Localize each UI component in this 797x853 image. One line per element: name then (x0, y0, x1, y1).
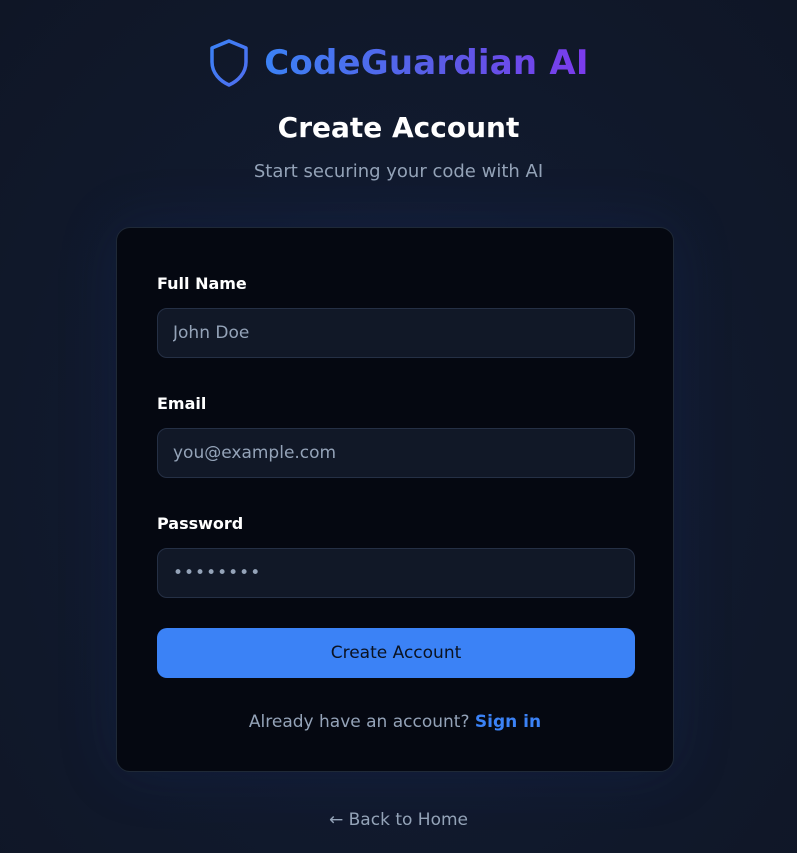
page-title: Create Account (277, 111, 520, 144)
email-input[interactable] (157, 428, 635, 478)
signup-form-card: Full Name Email Password Create Account … (116, 227, 674, 772)
password-input[interactable] (157, 548, 635, 598)
brand-name: CodeGuardian AI (264, 36, 588, 90)
brand-header: CodeGuardian AI (0, 36, 797, 90)
create-account-button[interactable]: Create Account (157, 628, 635, 678)
shield-icon (210, 39, 248, 87)
signin-link[interactable]: Sign in (475, 712, 541, 732)
signin-prompt-text: Already have an account? (248, 712, 470, 732)
page-subtitle: Start securing your code with AI (253, 161, 544, 182)
full-name-input[interactable] (157, 308, 635, 358)
signin-prompt-row: Already have an account? Sign in (117, 710, 673, 734)
back-to-home-link[interactable]: ← Back to Home (0, 808, 797, 832)
signup-page: CodeGuardian AI Create Account Start sec… (0, 0, 797, 853)
password-label: Password (157, 514, 244, 533)
email-label: Email (157, 394, 207, 413)
full-name-label: Full Name (157, 274, 247, 293)
